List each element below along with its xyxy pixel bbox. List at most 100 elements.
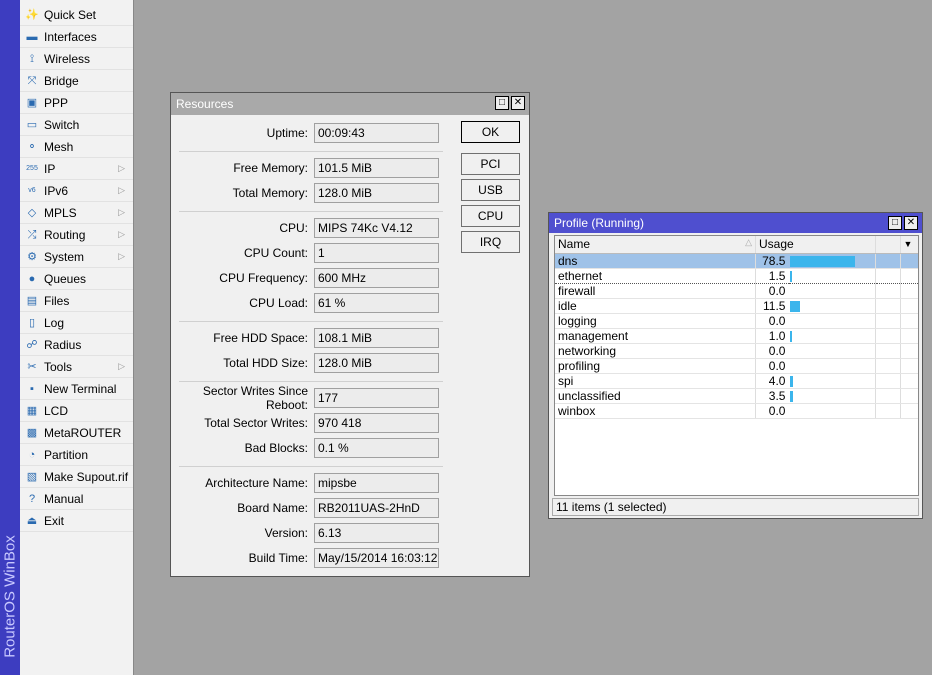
menu-item-bridge[interactable]: ⤧ Bridge <box>20 70 133 92</box>
field-value[interactable]: 177 <box>314 388 439 408</box>
menu-item-switch[interactable]: ▭ Switch <box>20 114 133 136</box>
menu-item-quick-set[interactable]: ✨ Quick Set <box>20 4 133 26</box>
cell-name: winbox <box>555 403 756 419</box>
table-row[interactable]: winbox 0.0 <box>555 403 918 419</box>
pci-button[interactable]: PCI <box>461 153 520 175</box>
table-row[interactable]: dns 78.5 <box>555 253 918 269</box>
field-value[interactable]: 600 MHz <box>314 268 439 288</box>
table-row[interactable]: management 1.0 <box>555 328 918 344</box>
field-label: Total Sector Writes: <box>204 416 308 430</box>
cell-name: spi <box>555 373 756 389</box>
menu-item-make-supout-rif[interactable]: ▧ Make Supout.rif <box>20 466 133 488</box>
menu-item-tools[interactable]: ✂ Tools ▷ <box>20 356 133 378</box>
separator <box>179 321 443 322</box>
cell-name: logging <box>555 313 756 329</box>
field-value[interactable]: 00:09:43 <box>314 123 439 143</box>
menu-item-label: Make Supout.rif <box>44 469 129 484</box>
menu-item-wireless[interactable]: ⟟ Wireless <box>20 48 133 70</box>
table-row[interactable]: profiling 0.0 <box>555 358 918 374</box>
mpls-icon: ◇ <box>27 206 37 219</box>
cpu-button[interactable]: CPU <box>461 205 520 227</box>
menu-item-new-terminal[interactable]: ▪ New Terminal <box>20 378 133 400</box>
radius-icon: ☍ <box>26 338 38 351</box>
window-title: Profile (Running) <box>554 216 645 230</box>
mesh-icon: ⚬ <box>27 140 37 153</box>
field-label: Free HDD Space: <box>213 331 308 345</box>
menu-item-ppp[interactable]: ▣ PPP <box>20 92 133 114</box>
table-row[interactable]: firewall 0.0 <box>555 283 918 299</box>
submenu-arrow-icon: ▷ <box>118 185 125 195</box>
menu-item-radius[interactable]: ☍ Radius <box>20 334 133 356</box>
irq-button[interactable]: IRQ <box>461 231 520 253</box>
field-label: Build Time: <box>248 551 308 565</box>
field-value[interactable]: 0.1 % <box>314 438 439 458</box>
column-header-usage[interactable]: Usage <box>755 236 876 254</box>
field-value[interactable]: mipsbe <box>314 473 439 493</box>
field-row: Free Memory: 101.5 MiB <box>171 158 451 178</box>
exit-icon: ⏏ <box>26 514 38 527</box>
menu-item-system[interactable]: ⚙ System ▷ <box>20 246 133 268</box>
menu-item-manual[interactable]: ? Manual <box>20 488 133 510</box>
maximize-button[interactable]: □ <box>888 216 902 230</box>
menu-item-lcd[interactable]: ▦ LCD <box>20 400 133 422</box>
menu-item-mpls[interactable]: ◇ MPLS ▷ <box>20 202 133 224</box>
field-label: Board Name: <box>237 501 308 515</box>
resources-window: Resources □ ✕ Uptime: 00:09:43 Free Memory… <box>170 92 530 577</box>
field-value[interactable]: 108.1 MiB <box>314 328 439 348</box>
cell-name: management <box>555 328 756 344</box>
cell-usage: 0.0 <box>755 403 790 419</box>
field-row: Uptime: 00:09:43 <box>171 123 451 143</box>
field-row: Total HDD Size: 128.0 MiB <box>171 353 451 373</box>
table-row[interactable]: networking 0.0 <box>555 343 918 359</box>
table-row[interactable]: unclassified 3.5 <box>555 388 918 404</box>
field-value[interactable]: 61 % <box>314 293 439 313</box>
menu-item-ip[interactable]: 255 IP ▷ <box>20 158 133 180</box>
close-button[interactable]: ✕ <box>511 96 525 110</box>
separator <box>179 211 443 212</box>
usage-bar <box>790 300 801 312</box>
field-row: Bad Blocks: 0.1 % <box>171 438 451 458</box>
menu-item-log[interactable]: ▯ Log <box>20 312 133 334</box>
menu-item-mesh[interactable]: ⚬ Mesh <box>20 136 133 158</box>
menu-item-exit[interactable]: ⏏ Exit <box>20 510 133 532</box>
field-label: Total Memory: <box>232 186 308 200</box>
field-value[interactable]: May/15/2014 16:03:12 <box>314 548 439 568</box>
field-value[interactable]: 1 <box>314 243 439 263</box>
cell-name: networking <box>555 343 756 359</box>
menu-item-label: Routing <box>44 227 86 242</box>
menu-item-ipv6[interactable]: v6 IPv6 ▷ <box>20 180 133 202</box>
close-button[interactable]: ✕ <box>904 216 918 230</box>
menu-item-metarouter[interactable]: ▩ MetaROUTER <box>20 422 133 444</box>
menu-item-label: MPLS <box>44 205 77 220</box>
table-row[interactable]: idle 11.5 <box>555 298 918 314</box>
usb-button[interactable]: USB <box>461 179 520 201</box>
table-row[interactable]: spi 4.0 <box>555 373 918 389</box>
table-row[interactable]: ethernet 1.5 <box>555 267 918 284</box>
field-value[interactable]: MIPS 74Kc V4.12 <box>314 218 439 238</box>
field-value[interactable]: 128.0 MiB <box>314 353 439 373</box>
table-row[interactable]: logging 0.0 <box>555 313 918 329</box>
field-value[interactable]: 6.13 <box>314 523 439 543</box>
maximize-button[interactable]: □ <box>495 96 509 110</box>
metarouter-icon: ▩ <box>26 426 38 439</box>
menu-item-label: Switch <box>44 117 80 132</box>
field-value[interactable]: 101.5 MiB <box>314 158 439 178</box>
partition-icon: ◔ <box>28 448 36 461</box>
column-menu-dropdown[interactable]: ▼ <box>900 236 918 254</box>
cell-usage: 4.0 <box>755 373 790 389</box>
field-value[interactable]: RB2011UAS-2HnD <box>314 498 439 518</box>
column-header-name[interactable]: Name △ <box>555 236 756 254</box>
title-bar[interactable]: Profile (Running) □ ✕ <box>549 213 922 233</box>
menu-item-queues[interactable]: ● Queues <box>20 268 133 290</box>
menu-item-files[interactable]: ▤ Files <box>20 290 133 312</box>
field-value[interactable]: 970 418 <box>314 413 439 433</box>
ok-button[interactable]: OK <box>461 121 520 143</box>
menu-item-label: New Terminal <box>44 381 117 396</box>
network-card-icon: ▬ <box>26 30 38 43</box>
title-bar[interactable]: Resources □ ✕ <box>171 93 529 115</box>
field-value[interactable]: 128.0 MiB <box>314 183 439 203</box>
menu-item-routing[interactable]: ⤮ Routing ▷ <box>20 224 133 246</box>
menu-item-interfaces[interactable]: ▬ Interfaces <box>20 26 133 48</box>
field-row: CPU: MIPS 74Kc V4.12 <box>171 218 451 238</box>
menu-item-partition[interactable]: ◔ Partition <box>20 444 133 466</box>
